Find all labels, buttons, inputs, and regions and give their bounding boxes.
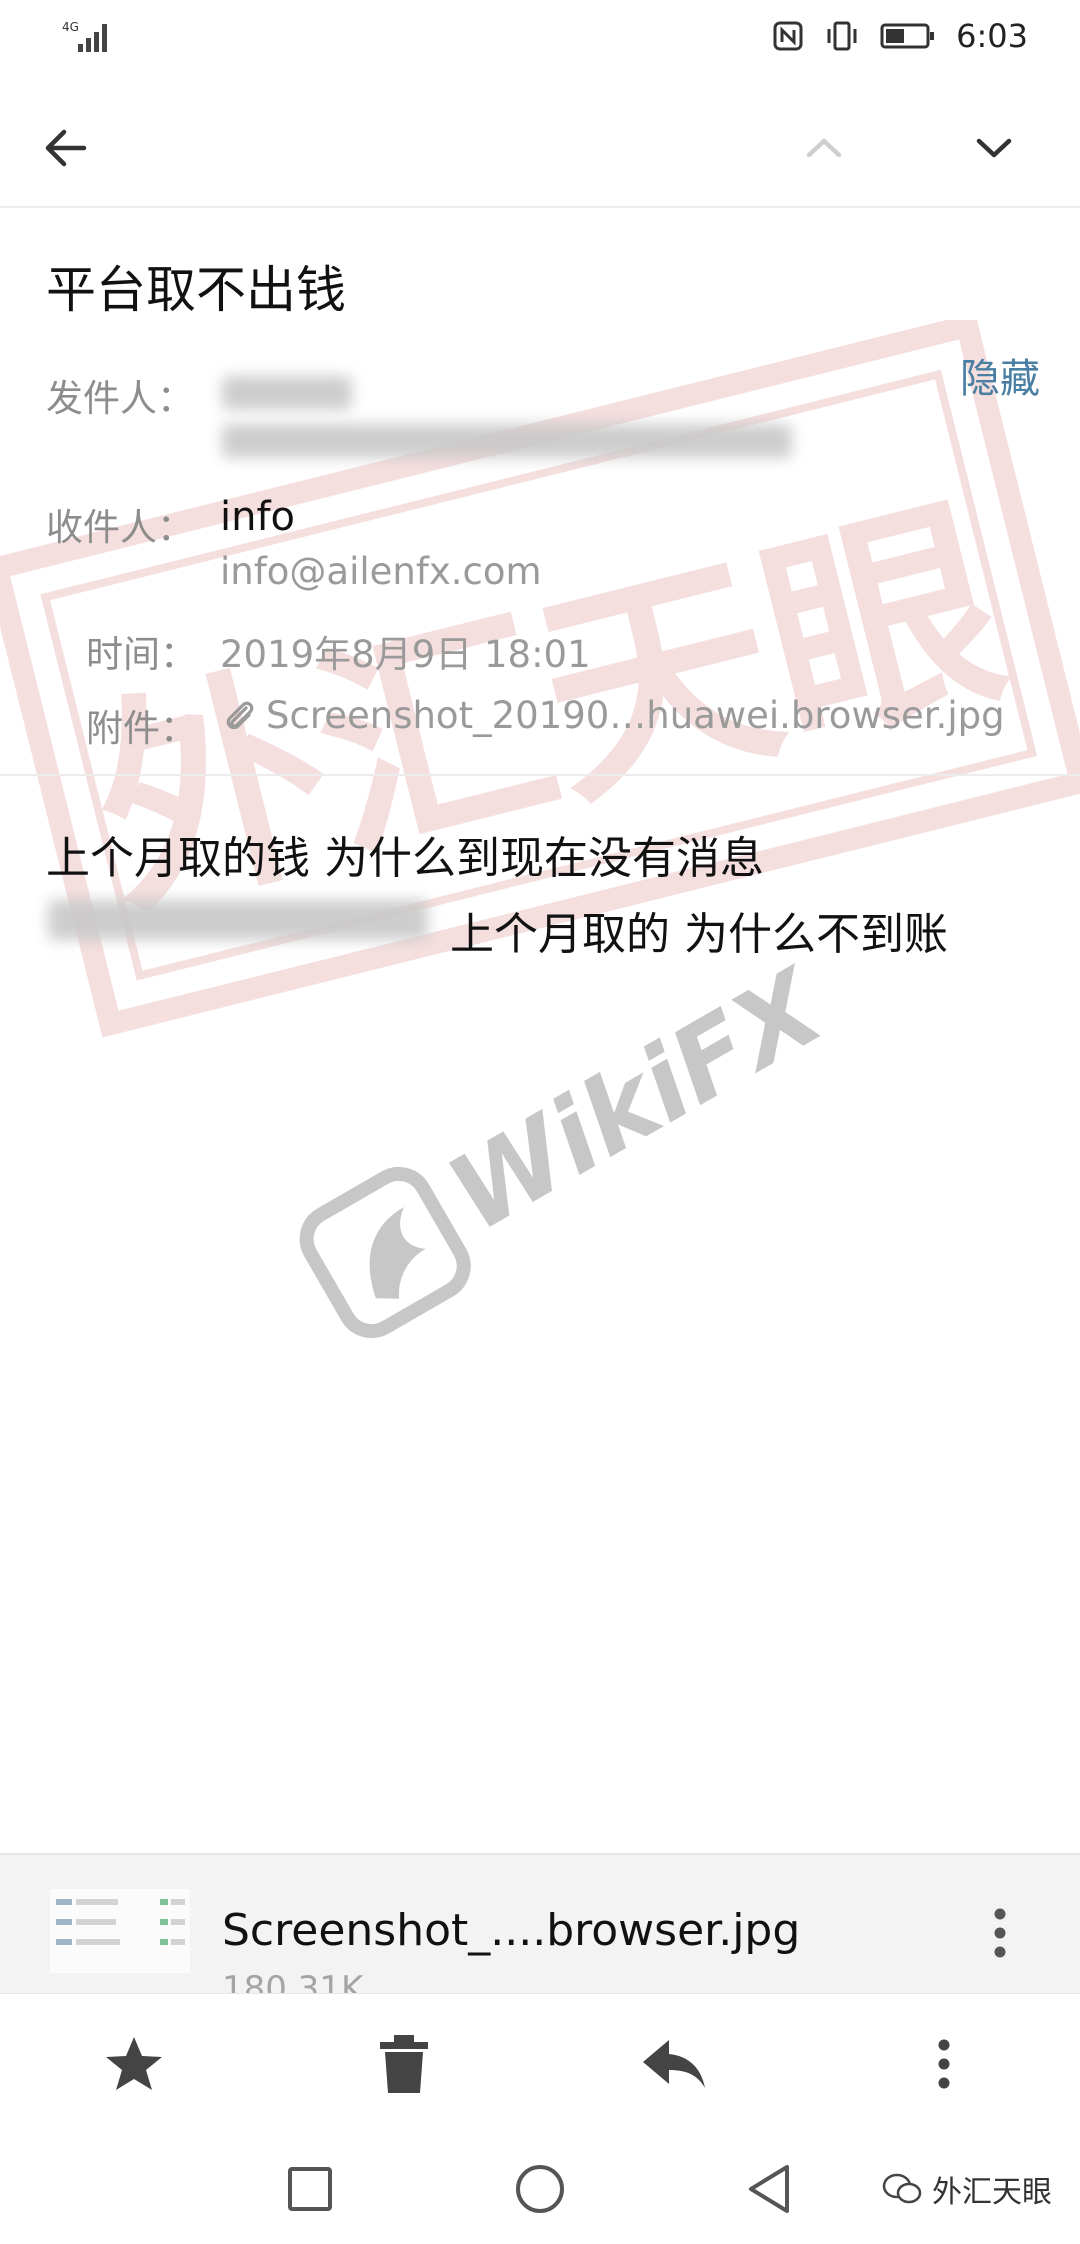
wechat-account-tag: 外汇天眼 [882,2167,1052,2211]
header-divider [0,774,1080,776]
vibrate-icon [824,18,860,54]
signal-icon: 4G [60,18,120,54]
star-button[interactable] [92,2022,176,2106]
email-subject: 平台取不出钱 [46,261,346,319]
sender-label: 发件人： [46,377,194,420]
time-value: 2019年8月9日 18:01 [220,633,591,676]
paperclip-icon [226,701,254,729]
attachment-thumbnail[interactable] [50,1889,190,1973]
attachment-card[interactable]: Screenshot_....browser.jpg 180.31K [0,1853,1080,2009]
attachment-label: 附件： [86,707,197,750]
home-circle-icon [516,2165,564,2213]
chevron-down-icon [976,138,1012,158]
status-bar: 4G 6:03 [0,0,1080,80]
body-line-2: 上个月取的 为什么不到账 [450,909,948,960]
svg-text:4G: 4G [62,20,79,34]
attachment-more-button[interactable] [980,1903,1020,1963]
more-actions-button[interactable] [902,2022,986,2106]
body-line-1: 上个月取的钱 为什么到现在没有消息 [46,833,764,884]
reply-icon [643,2040,705,2088]
next-email-button[interactable] [956,110,1032,186]
reply-button[interactable] [632,2022,716,2106]
recipient-label: 收件人： [46,506,194,549]
wechat-account-name: 外汇天眼 [932,2175,1052,2210]
recents-square-icon [288,2167,332,2211]
clock: 6:03 [956,17,1028,55]
wechat-icon [882,2173,922,2204]
delete-button[interactable] [362,2022,446,2106]
nav-back-button[interactable] [730,2149,810,2229]
attachment-link[interactable]: Screenshot_20190…huawei.browser.jpg [220,694,1005,737]
chevron-up-icon [806,138,842,158]
sender-name-redacted [222,376,352,410]
previous-email-button[interactable] [786,110,862,186]
email-action-bar [0,1993,1080,2133]
hide-details-link[interactable]: 隐藏 [960,346,1040,404]
recipient-name[interactable]: info [220,494,295,540]
recipient-email[interactable]: info@ailenfx.com [220,550,542,593]
system-nav-bar: 外汇天眼 [0,2133,1080,2244]
more-vert-icon [994,1908,1006,1958]
back-triangle-icon [749,2165,789,2213]
attachment-card-filename[interactable]: Screenshot_....browser.jpg [222,1905,800,1956]
arrow-left-icon [45,129,87,167]
battery-icon [878,18,938,54]
home-button[interactable] [500,2149,580,2229]
attachment-filename: Screenshot_20190…huawei.browser.jpg [266,694,1005,737]
email-toolbar [0,88,1080,208]
recents-button[interactable] [270,2149,350,2229]
nfc-icon [770,18,806,54]
sender-email-redacted [222,424,792,458]
back-button[interactable] [28,110,104,186]
svg-text:WikiFX: WikiFX [429,944,830,1255]
more-vert-icon [938,2039,950,2089]
time-label: 时间： [86,633,197,676]
star-icon [106,2037,162,2090]
body-redacted-text [48,900,428,940]
trash-icon [380,2035,428,2093]
wikifx-watermark: WikiFX [270,940,846,1340]
